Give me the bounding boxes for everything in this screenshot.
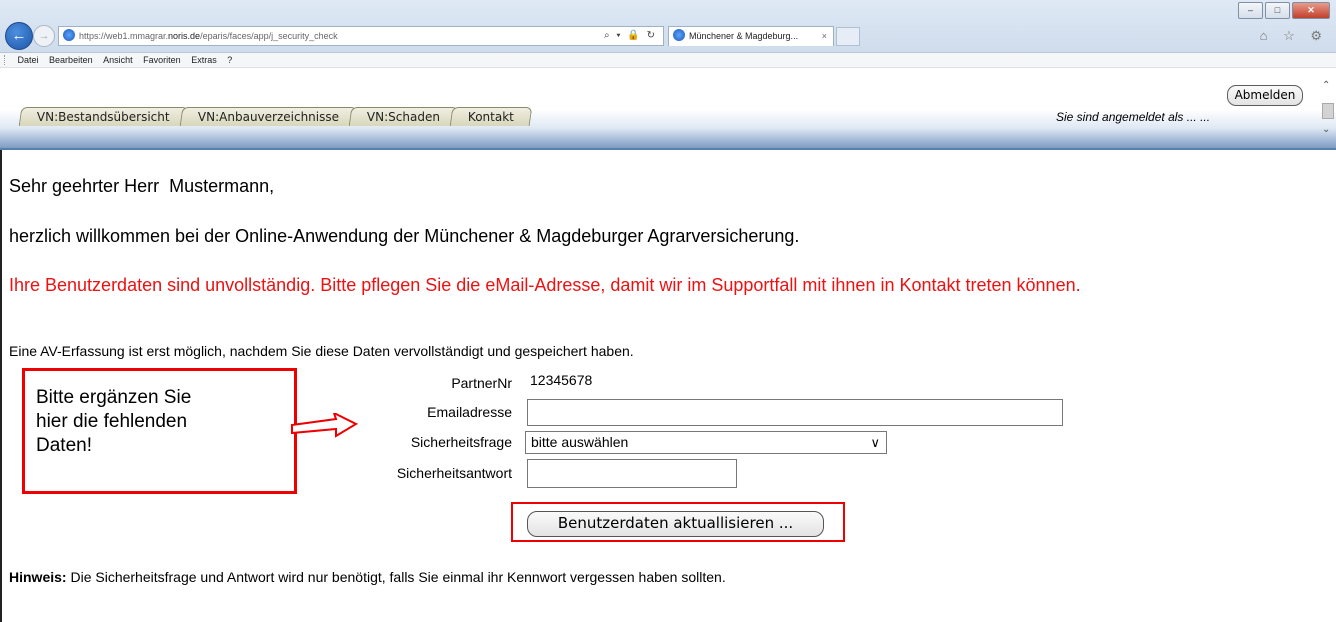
security-question-value: bitte auswählen <box>531 434 629 450</box>
warning-text: Ihre Benutzerdaten sind unvollständig. B… <box>9 275 1081 295</box>
callout-arrow-icon <box>291 413 359 438</box>
question-label: Sicherheitsfrage <box>410 434 512 450</box>
security-answer-field[interactable] <box>527 459 737 488</box>
browser-tab[interactable]: Münchener & Magdeburg... × <box>668 26 834 46</box>
main-nav-tabs: VN:Bestandsübersicht VN:Anbauverzeichnis… <box>18 107 533 126</box>
callout-line-2: hier die fehlenden <box>36 411 188 432</box>
top-frame: Abmelden VN:Bestandsübersicht VN:Anbauve… <box>0 68 1336 150</box>
tab-kontakt[interactable]: Kontakt <box>449 107 533 126</box>
email-label: Emailadresse <box>427 404 512 420</box>
menu-bar: Datei Bearbeiten Ansicht Favoriten Extra… <box>0 53 1336 68</box>
partner-value: 12345678 <box>530 372 593 388</box>
minimize-button[interactable]: – <box>1238 2 1263 19</box>
security-question-select[interactable]: bitte auswählen ∨ <box>525 431 887 454</box>
menu-help[interactable]: ? <box>227 55 232 65</box>
answer-label: Sicherheitsantwort <box>396 465 512 481</box>
address-url: https://web1.mmagrar.noris.de/eparis/fac… <box>79 31 338 41</box>
scroll-down-icon[interactable]: ⌄ <box>1322 124 1330 135</box>
browser-chrome: – □ ✕ ← → https://web1.mmagrar.noris.de/… <box>0 0 1336 53</box>
menu-extras[interactable]: Extras <box>191 55 217 65</box>
frame-scrollbar[interactable]: ⌃ ⌄ <box>1319 80 1335 136</box>
menu-ansicht[interactable]: Ansicht <box>103 55 133 65</box>
tab-schaden[interactable]: VN:Schaden <box>348 107 459 126</box>
email-field[interactable] <box>527 399 1063 426</box>
greeting: Sehr geehrter Herr Mustermann, <box>9 176 275 196</box>
menu-bearbeiten[interactable]: Bearbeiten <box>49 55 93 65</box>
maximize-button[interactable]: □ <box>1265 2 1290 19</box>
address-bar[interactable]: https://web1.mmagrar.noris.de/eparis/fac… <box>58 26 664 46</box>
hint-text: Hinweis: Die Sicherheitsfrage und Antwor… <box>9 569 726 585</box>
new-tab-button[interactable] <box>836 27 860 46</box>
hint-label: Hinweis: <box>9 569 67 585</box>
close-window-button[interactable]: ✕ <box>1292 2 1330 19</box>
logged-in-text: Sie sind angemeldet als ... ... <box>1056 110 1211 124</box>
menu-datei[interactable]: Datei <box>18 55 39 65</box>
scroll-thumb[interactable] <box>1322 103 1334 119</box>
frame-border <box>0 150 2 622</box>
forward-button[interactable]: → <box>33 25 55 47</box>
tab-close-icon[interactable]: × <box>822 27 827 45</box>
partner-label: PartnerNr <box>451 375 512 391</box>
back-arrow-icon: ← <box>11 27 27 44</box>
info-text: Eine AV-Erfassung ist erst möglich, nach… <box>9 343 634 359</box>
address-icons[interactable]: ⌕ ▾ 🔒 ↻ <box>604 27 657 45</box>
home-favorites-tools-icons[interactable]: ⌂ ☆ ⚙ <box>1260 28 1328 44</box>
callout-line-3: Daten! <box>36 435 92 456</box>
tab-title: Münchener & Magdeburg... <box>689 31 799 41</box>
tab-anbauverzeichnisse[interactable]: VN:Anbauverzeichnisse <box>179 107 358 126</box>
logout-button[interactable]: Abmelden <box>1227 85 1303 106</box>
scroll-up-icon[interactable]: ⌃ <box>1322 80 1330 91</box>
ie-tab-icon <box>673 29 685 41</box>
forward-arrow-icon: → <box>38 30 50 42</box>
chevron-down-icon: ∨ <box>870 435 880 450</box>
callout-line-1: Bitte ergänzen Sie <box>36 387 192 408</box>
callout-text: Bitte ergänzen Sie hier die fehlenden Da… <box>36 386 276 458</box>
hint-body: Die Sicherheitsfrage und Antwort wird nu… <box>66 569 726 585</box>
back-button[interactable]: ← <box>5 22 33 50</box>
menu-favoriten[interactable]: Favoriten <box>143 55 181 65</box>
user-name: Mustermann, <box>169 176 275 196</box>
update-userdata-button[interactable]: Benutzerdaten aktuallisieren ... <box>527 511 824 537</box>
ie-favicon-icon <box>63 29 75 41</box>
main-content: Sehr geehrter Herr Mustermann, herzlich w… <box>0 150 1336 622</box>
tab-bestandsuebersicht[interactable]: VN:Bestandsübersicht <box>18 107 189 126</box>
window-controls: – □ ✕ <box>1236 2 1330 19</box>
welcome-text: herzlich willkommen bei der Online-Anwen… <box>9 226 800 246</box>
menu-grip <box>4 55 7 65</box>
